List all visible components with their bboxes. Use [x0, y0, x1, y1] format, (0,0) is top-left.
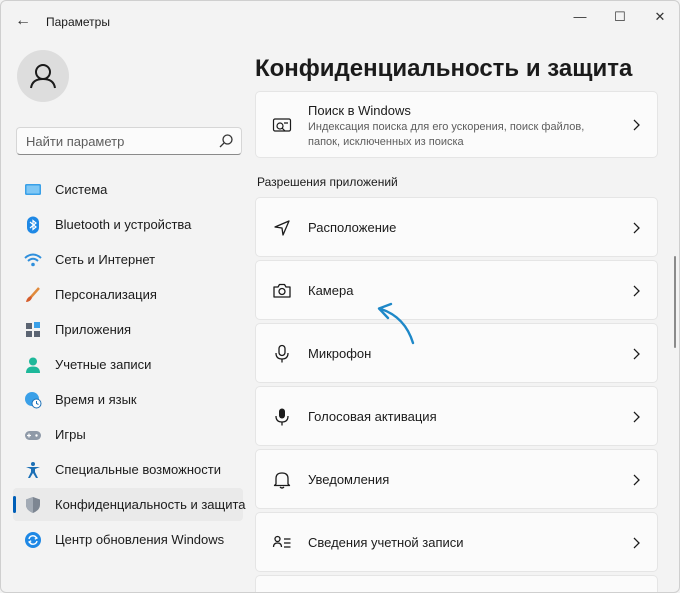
- permission-label: Камера: [308, 283, 354, 298]
- sidebar-item-windows-update[interactable]: Центр обновления Windows: [13, 523, 243, 556]
- microphone-icon: [275, 344, 289, 363]
- maximize-icon[interactable]: ☐: [606, 7, 634, 27]
- search-icon[interactable]: [218, 133, 234, 149]
- search-placeholder: Найти параметр: [26, 134, 125, 149]
- sidebar-item-label: Сеть и Интернет: [55, 252, 156, 267]
- permission-label: Расположение: [308, 220, 397, 235]
- sidebar-item-bluetooth[interactable]: Bluetooth и устройства: [13, 208, 243, 241]
- user-icon: [30, 64, 56, 89]
- permission-label: Уведомления: [308, 472, 390, 487]
- apps-icon: [26, 322, 40, 337]
- gamepad-icon: [25, 431, 41, 440]
- account-info-icon: [272, 535, 291, 548]
- permission-label: Сведения учетной записи: [308, 535, 464, 550]
- sidebar-item-label: Специальные возможности: [55, 462, 221, 477]
- minimize-icon[interactable]: —: [566, 7, 594, 27]
- title-bar: ← Параметры — ☐ ✕: [1, 1, 679, 41]
- permission-location[interactable]: Расположение: [255, 197, 658, 257]
- chevron-right-icon: [633, 348, 640, 360]
- sidebar-item-label: Время и язык: [55, 392, 137, 407]
- search-files-icon: [272, 118, 292, 132]
- update-icon: [25, 532, 41, 548]
- accessibility-icon: [26, 462, 40, 478]
- location-icon: [274, 220, 290, 236]
- permission-next-item[interactable]: [255, 575, 658, 592]
- windows-search-card[interactable]: Поиск в Windows Индексация поиска для ег…: [255, 91, 658, 158]
- sidebar-item-accounts[interactable]: Учетные записи: [13, 348, 243, 381]
- back-arrow-icon[interactable]: ←: [13, 11, 33, 31]
- camera-icon: [273, 283, 291, 298]
- windows-search-description: Индексация поиска для его ускорения, пои…: [308, 121, 585, 148]
- shield-icon: [26, 497, 40, 513]
- sidebar-item-label: Bluetooth и устройства: [55, 217, 192, 232]
- sidebar-item-label: Персонализация: [55, 287, 157, 302]
- sidebar-item-label: Конфиденциальность и защита: [55, 497, 246, 512]
- content-pane: Поиск в Windows Индексация поиска для ег…: [255, 91, 660, 592]
- scrollbar[interactable]: [674, 256, 676, 348]
- globe-clock-icon: [25, 392, 42, 409]
- sidebar-item-label: Центр обновления Windows: [55, 532, 225, 547]
- sidebar-item-network[interactable]: Сеть и Интернет: [13, 243, 243, 276]
- sidebar-item-accessibility[interactable]: Специальные возможности: [13, 453, 243, 486]
- active-indicator: [13, 496, 16, 513]
- sidebar-item-privacy[interactable]: Конфиденциальность и защита: [13, 488, 246, 521]
- permission-label: Голосовая активация: [308, 409, 437, 424]
- windows-search-title: Поиск в Windows: [308, 103, 411, 118]
- section-title: Разрешения приложений: [257, 175, 398, 189]
- avatar[interactable]: [17, 50, 69, 102]
- permission-notifications[interactable]: Уведомления: [255, 449, 658, 509]
- sidebar-item-apps[interactable]: Приложения: [13, 313, 243, 346]
- brush-icon: [26, 287, 40, 302]
- sidebar-item-time-language[interactable]: Время и язык: [13, 383, 243, 416]
- bell-icon: [273, 472, 291, 489]
- account-icon: [26, 357, 40, 373]
- sidebar-item-label: Приложения: [55, 322, 132, 337]
- window-title: Параметры: [46, 15, 110, 29]
- sidebar-item-label: Учетные записи: [55, 357, 152, 372]
- voice-activation-icon: [275, 408, 289, 426]
- chevron-right-icon: [633, 222, 640, 234]
- chevron-right-icon: [633, 411, 640, 423]
- search-input[interactable]: Найти параметр: [16, 127, 242, 155]
- bluetooth-icon: [27, 216, 39, 234]
- sidebar-item-label: Игры: [55, 427, 86, 442]
- system-icon: [25, 184, 41, 195]
- sidebar-item-personalization[interactable]: Персонализация: [13, 278, 243, 311]
- permission-account-info[interactable]: Сведения учетной записи: [255, 512, 658, 572]
- permission-microphone[interactable]: Микрофон: [255, 323, 658, 383]
- annotation-arrow-icon: [377, 302, 415, 345]
- permission-voice-activation[interactable]: Голосовая активация: [255, 386, 658, 446]
- chevron-right-icon: [633, 474, 640, 486]
- settings-window: ← Параметры — ☐ ✕ Найти параметр Система: [0, 0, 680, 593]
- close-icon[interactable]: ✕: [646, 7, 674, 27]
- wifi-icon: [24, 253, 42, 267]
- page-title: Конфиденциальность и защита: [255, 55, 633, 82]
- sidebar-item-system[interactable]: Система: [13, 173, 243, 206]
- chevron-right-icon: [633, 537, 640, 549]
- sidebar-item-gaming[interactable]: Игры: [13, 418, 243, 451]
- permission-camera[interactable]: Камера: [255, 260, 658, 320]
- sidebar-item-label: Система: [55, 182, 108, 197]
- chevron-right-icon: [633, 285, 640, 297]
- chevron-right-icon: [633, 119, 640, 131]
